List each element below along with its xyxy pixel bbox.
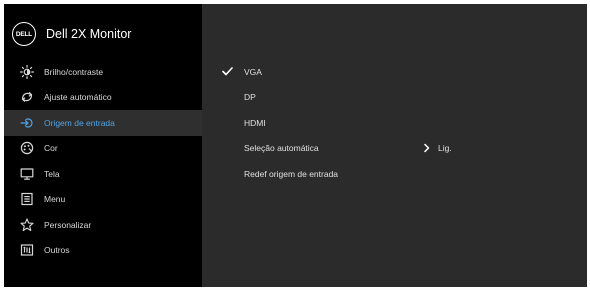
menu-item-cor[interactable]: Cor (4, 136, 202, 162)
dell-logo: DELL (12, 22, 36, 46)
menu-item-personalizar[interactable]: Personalizar (4, 212, 202, 238)
osd-main-menu: DELL Dell 2X Monitor Brilho/contraste Aj… (4, 4, 202, 287)
menu-item-label: Personalizar (44, 219, 92, 230)
display-icon (20, 167, 34, 181)
brightness-icon (20, 64, 34, 79)
monitor-osd: DELL Dell 2X Monitor Brilho/contraste Aj… (4, 4, 587, 287)
menu-item-outros[interactable]: Outros (4, 238, 202, 264)
option-label: DP (244, 92, 256, 103)
menu-item-label: Cor (44, 143, 58, 154)
auto-adjust-icon (20, 90, 34, 104)
checkmark-icon (222, 67, 236, 76)
option-label: Redef origem de entrada (244, 168, 339, 179)
others-icon (20, 243, 34, 257)
osd-submenu-panel: VGA DP HDMI Seleção automática Lig. Rede… (202, 4, 587, 287)
option-dp[interactable]: DP (202, 85, 587, 111)
option-vga[interactable]: VGA (202, 59, 587, 85)
menu-item-label: Origem de entrada (44, 117, 115, 128)
osd-title: Dell 2X Monitor (46, 27, 132, 41)
menu-item-label: Tela (44, 168, 60, 179)
osd-header: DELL Dell 2X Monitor (4, 4, 202, 64)
chevron-right-icon (424, 144, 430, 153)
menu-item-label: Ajuste automático (44, 92, 112, 103)
option-value: Lig. (438, 143, 452, 154)
color-icon (20, 141, 34, 155)
menu-item-label: Outros (44, 245, 70, 256)
input-source-options: VGA DP HDMI Seleção automática Lig. Rede… (202, 59, 587, 187)
option-redef-origem-de-entrada[interactable]: Redef origem de entrada (202, 161, 587, 187)
star-icon (20, 218, 34, 232)
option-hdmi[interactable]: HDMI (202, 110, 587, 136)
menu-item-ajuste-automatico[interactable]: Ajuste automático (4, 85, 202, 111)
menu-item-tela[interactable]: Tela (4, 161, 202, 187)
menu-item-brilho-contraste[interactable]: Brilho/contraste (4, 59, 202, 85)
dell-logo-text: DELL (15, 30, 33, 38)
option-label: VGA (244, 66, 262, 77)
menu-item-menu[interactable]: Menu (4, 187, 202, 213)
menu-icon (20, 192, 34, 206)
option-label: HDMI (244, 117, 266, 128)
main-menu-list: Brilho/contraste Ajuste automático Orige… (4, 59, 202, 263)
input-source-icon (20, 116, 34, 130)
menu-item-label: Brilho/contraste (44, 66, 104, 77)
option-label: Seleção automática (244, 143, 319, 154)
option-selecao-automatica[interactable]: Seleção automática Lig. (202, 136, 587, 162)
menu-item-origem-de-entrada[interactable]: Origem de entrada (4, 110, 202, 136)
menu-item-label: Menu (44, 194, 66, 205)
